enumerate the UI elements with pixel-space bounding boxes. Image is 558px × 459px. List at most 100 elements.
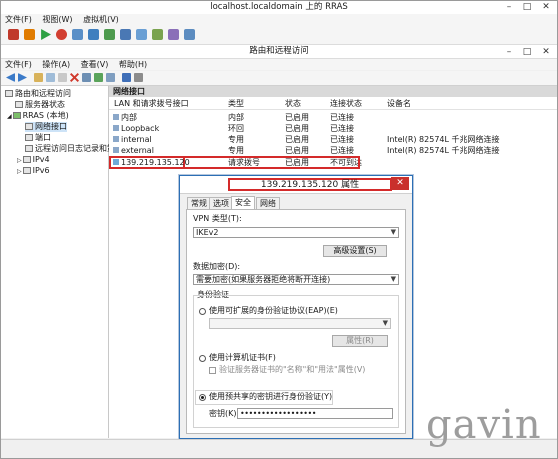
vm-menubar: 文件(F) 视图(W) 虚拟机(V) (1, 14, 557, 26)
mmc-menu-file[interactable]: 文件(F) (1, 59, 36, 70)
help-icon[interactable] (184, 29, 195, 40)
table-row[interactable]: internal 专用 已启用 已连接 Intel(R) 82574L 千兆网络… (109, 134, 557, 145)
dialog-close-button[interactable]: ✕ (391, 177, 409, 190)
tab-options[interactable]: 选项 (209, 197, 233, 209)
revert-icon[interactable] (104, 29, 115, 40)
ipv4-icon (22, 156, 31, 163)
advanced-settings-button[interactable]: 高级设置(S) (323, 245, 387, 257)
delete-icon[interactable] (70, 73, 79, 82)
psk-option-label: 使用预共享的密钥进行身份验证(Y) (209, 392, 333, 401)
rras-icon (5, 90, 13, 97)
ipv6-icon (22, 167, 31, 174)
column-type[interactable]: 类型 (228, 98, 244, 109)
column-headers: LAN 和请求拨号接口 类型 状态 连接状态 设备名 (109, 98, 557, 110)
vm-maximize-button[interactable]: □ (518, 1, 536, 13)
mmc-maximize-button[interactable]: □ (518, 46, 536, 58)
console-icon[interactable] (134, 73, 143, 82)
row-highlight-box (185, 156, 360, 169)
back-icon[interactable] (6, 73, 15, 82)
server-status-icon (15, 101, 23, 108)
column-device-name[interactable]: 设备名 (387, 98, 411, 109)
stop-icon[interactable] (24, 29, 35, 40)
tree-item-ipv6[interactable]: ▷ IPv6 (17, 166, 50, 176)
play-icon[interactable] (41, 29, 51, 40)
preshared-key-input[interactable]: •••••••••••••••••• (237, 408, 393, 419)
network-interface-icon (25, 123, 33, 130)
chevron-down-icon: ▼ (382, 319, 388, 327)
demand-dial-icon (113, 159, 119, 165)
undo-icon[interactable] (168, 29, 179, 40)
ctrl-alt-del-icon[interactable] (72, 29, 83, 40)
vm-menu-file[interactable]: 文件(F) (1, 14, 36, 26)
eap-radio[interactable] (199, 308, 206, 315)
share-icon[interactable] (152, 29, 163, 40)
reset-icon[interactable] (56, 29, 67, 40)
table-row[interactable]: external 专用 已启用 已连接 Intel(R) 82574L 千兆网络… (109, 145, 557, 156)
psk-radio[interactable] (199, 394, 206, 401)
log-icon (25, 145, 33, 152)
vm-menu-view[interactable]: 视图(W) (38, 14, 76, 26)
mmc-title: 路由和远程访问 (1, 45, 557, 59)
mmc-menu-view[interactable]: 查看(V) (77, 59, 113, 70)
refresh-icon[interactable] (94, 73, 103, 82)
column-connection-state[interactable]: 连接状态 (330, 98, 362, 109)
table-row[interactable]: 内部 内部 已启用 已连接 (109, 112, 557, 123)
save-icon[interactable] (120, 29, 131, 40)
up-folder-icon[interactable] (34, 73, 43, 82)
tab-security[interactable]: 安全 (231, 196, 255, 209)
eap-select[interactable]: ▼ (209, 318, 391, 329)
mmc-menu-action[interactable]: 操作(A) (38, 59, 74, 70)
column-status[interactable]: 状态 (285, 98, 301, 109)
vm-menu-vm[interactable]: 虚拟机(V) (79, 14, 123, 26)
collapse-icon[interactable]: ◢ (7, 113, 12, 120)
expand-icon[interactable]: ▷ (17, 168, 22, 175)
details-header: 网络接口 (109, 86, 557, 97)
vpn-type-label: VPN 类型(T): (193, 214, 242, 223)
dialog-title: 139.219.135.120 属性 (228, 178, 392, 191)
encryption-label: 数据加密(D): (193, 262, 241, 271)
chevron-down-icon: ▼ (390, 228, 396, 236)
key-label: 密钥(K): (209, 409, 240, 418)
mmc-close-button[interactable]: ✕ (537, 46, 555, 58)
table-row[interactable]: Loopback 环回 已启用 已连接 (109, 123, 557, 134)
vm-minimize-button[interactable]: – (500, 1, 518, 13)
cert-option-label: 使用计算机证书(F) (209, 353, 276, 362)
tab-general[interactable]: 常规 (187, 197, 211, 209)
cert-radio[interactable] (199, 355, 206, 362)
tree-item-server-status[interactable]: 服务器状态 (15, 100, 65, 110)
mmc-menu-help[interactable]: 帮助(H) (115, 59, 151, 70)
vm-toolbar (1, 26, 557, 45)
forward-icon[interactable] (18, 73, 27, 82)
export-icon[interactable] (106, 73, 115, 82)
eap-properties-button[interactable]: 属性(R) (332, 335, 388, 347)
tab-network[interactable]: 网络 (256, 197, 280, 209)
expand-icon[interactable]: ▷ (17, 157, 22, 164)
tree-item-ports[interactable]: 端口 (25, 133, 51, 143)
verify-cert-checkbox[interactable] (209, 367, 216, 374)
eap-option-label: 使用可扩展的身份验证协议(EAP)(E) (209, 306, 338, 315)
vpn-type-select[interactable]: IKEv2 ▼ (193, 227, 399, 238)
server-icon (12, 112, 21, 119)
verify-cert-label: 验证服务器证书的"名称"和"用法"属性(V) (219, 365, 366, 374)
encryption-select[interactable]: 需要加密(如果服务器拒绝将断开连接) ▼ (193, 274, 399, 285)
console-tree: 路由和远程访问 服务器状态 ◢ RRAS (本地) 网络接口 端口 远程访问日志记… (1, 86, 123, 438)
settings-icon[interactable] (136, 29, 147, 40)
tree-item-network-interfaces[interactable]: 网络接口 (25, 122, 67, 132)
show-tree-icon[interactable] (46, 73, 55, 82)
snapshot-icon[interactable] (88, 29, 99, 40)
vm-close-button[interactable]: ✕ (537, 1, 555, 13)
tree-item-ipv4[interactable]: ▷ IPv4 (17, 155, 50, 165)
interface-icon (113, 147, 119, 153)
tree-item-rras-local[interactable]: ◢ RRAS (本地) (7, 111, 69, 121)
ports-icon (25, 134, 33, 141)
interface-icon (113, 114, 119, 120)
tree-item-rras-root[interactable]: 路由和远程访问 (5, 89, 71, 99)
column-interface[interactable]: LAN 和请求拨号接口 (114, 98, 189, 109)
mmc-minimize-button[interactable]: – (500, 46, 518, 58)
interface-icon (113, 136, 119, 142)
pause-icon[interactable] (8, 29, 19, 40)
vm-window-title: localhost.localdomain 上的 RRAS (1, 1, 557, 14)
help-book-icon[interactable] (122, 73, 131, 82)
properties-icon[interactable] (58, 73, 67, 82)
properties-sheet-icon[interactable] (82, 73, 91, 82)
